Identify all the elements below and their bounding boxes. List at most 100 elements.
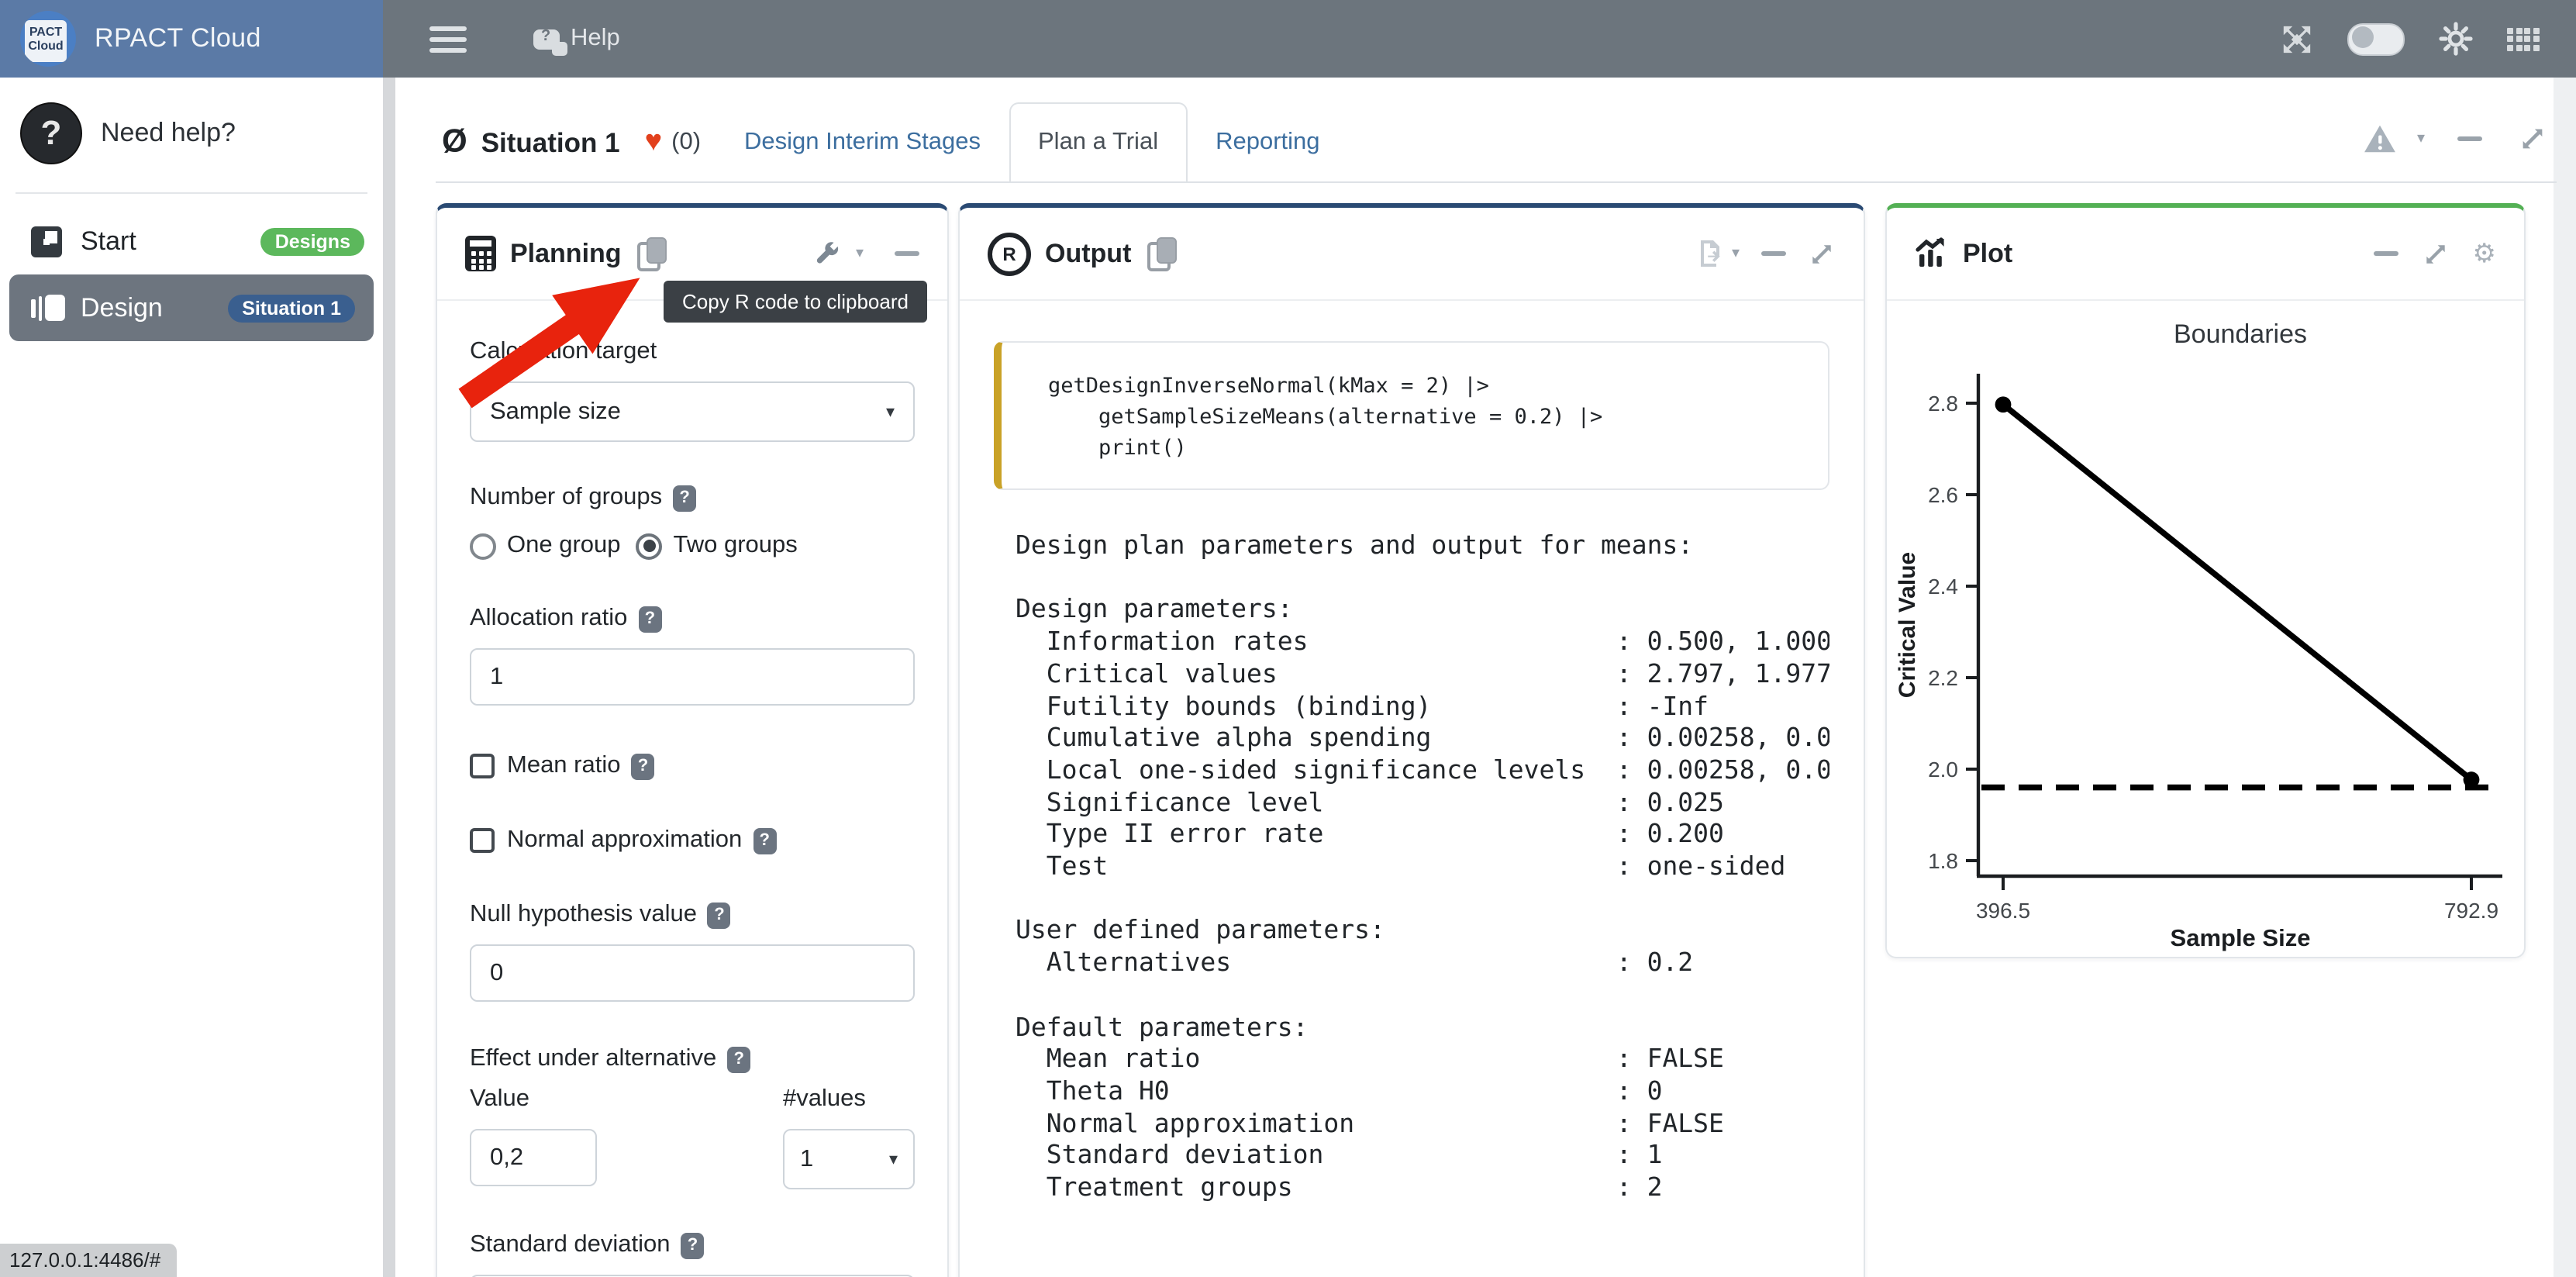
- groups-radio-group: One group Two groups: [470, 532, 915, 560]
- wrench-caret-icon[interactable]: ▾: [856, 246, 864, 261]
- question-circle-icon: ?: [20, 102, 82, 164]
- chevron-down-icon: ▾: [886, 402, 895, 422]
- null-hypothesis-input[interactable]: [470, 944, 915, 1002]
- heart-icon[interactable]: ♥: [645, 126, 663, 160]
- help-chat-icon: ?: [533, 29, 560, 49]
- svg-text:396.5: 396.5: [1976, 899, 2030, 923]
- sidebar-divider: [16, 192, 367, 194]
- chevron-down-icon: ▾: [889, 1149, 898, 1169]
- help-button[interactable]: ? Help: [533, 25, 620, 53]
- plot-header: Plot ⚙: [1887, 208, 2524, 301]
- svg-text:2.2: 2.2: [1928, 666, 1958, 690]
- radio-one-group[interactable]: [470, 533, 496, 559]
- situation-header: Ø Situation 1 ♥ (0): [442, 112, 701, 174]
- mean-ratio-checkbox[interactable]: [470, 754, 495, 778]
- normal-approximation-checkbox[interactable]: [470, 828, 495, 853]
- copy-output-icon[interactable]: [1147, 236, 1176, 271]
- r-code-block: getDesignInverseNormal(kMax = 2) |> getS…: [994, 341, 1829, 490]
- situation-title: Situation 1: [481, 126, 620, 159]
- output-collapse-icon[interactable]: [1761, 251, 1786, 256]
- wrench-icon[interactable]: [814, 240, 840, 267]
- plot-collapse-icon[interactable]: [2374, 251, 2398, 256]
- copy-tooltip: Copy R code to clipboard: [664, 281, 927, 323]
- start-icon: [31, 226, 62, 257]
- null-hypothesis-label: Null hypothesis value ?: [470, 901, 915, 929]
- logo-text: PACT: [29, 25, 62, 39]
- tab-design-interim-stages[interactable]: Design Interim Stages: [716, 102, 1009, 181]
- collapse-all-icon[interactable]: [2457, 136, 2482, 141]
- hamburger-menu-icon[interactable]: [429, 26, 467, 52]
- radio-two-groups[interactable]: [636, 533, 663, 559]
- help-badge-icon[interactable]: ?: [673, 485, 696, 511]
- sidebar-brand: PACT Cloud RPACT Cloud: [0, 0, 383, 78]
- svg-text:Sample Size: Sample Size: [2171, 924, 2311, 951]
- allocation-ratio-label: Allocation ratio ?: [470, 605, 915, 633]
- situation-badge: Situation 1: [228, 294, 355, 322]
- tab-plan-a-trial[interactable]: Plan a Trial: [1009, 102, 1188, 181]
- export-icon[interactable]: [1698, 239, 1724, 268]
- tab-bar: Design Interim Stages Plan a Trial Repor…: [716, 102, 1348, 181]
- plot-panel: Plot ⚙ Boundaries1.82.02.22.42.62.8396.5…: [1885, 203, 2526, 958]
- rpact-logo-icon: PACT Cloud: [20, 11, 76, 67]
- allocation-ratio-input[interactable]: [470, 648, 915, 706]
- normal-approximation-row: Normal approximation ?: [470, 827, 915, 854]
- output-expand-icon[interactable]: [1808, 240, 1836, 267]
- svg-text:2.4: 2.4: [1928, 575, 1958, 599]
- sidebar: PACT Cloud RPACT Cloud ? Need help? Star…: [0, 0, 383, 1277]
- empty-set-icon: Ø: [442, 124, 467, 161]
- boundaries-chart: Boundaries1.82.02.22.42.62.8396.5792.9Cr…: [1887, 301, 2524, 954]
- plot-settings-gears-icon[interactable]: ⚙: [2473, 240, 2497, 267]
- theme-toggle[interactable]: [2347, 22, 2405, 55]
- standard-deviation-label: Standard deviation ?: [470, 1231, 915, 1259]
- output-title: Output: [1045, 238, 1131, 269]
- mean-ratio-row: Mean ratio ?: [470, 752, 915, 780]
- nvalues-select[interactable]: 1 ▾: [783, 1129, 915, 1189]
- topbar: ? Help: [383, 0, 2576, 78]
- effect-value-input[interactable]: [470, 1129, 597, 1186]
- svg-text:792.9: 792.9: [2444, 899, 2498, 923]
- apps-grid-icon[interactable]: [2507, 27, 2539, 50]
- design-icon: [31, 295, 65, 321]
- help-badge-icon[interactable]: ?: [638, 606, 661, 632]
- help-badge-icon[interactable]: ?: [631, 753, 654, 779]
- nvalues-label: #values: [783, 1085, 915, 1113]
- calculator-icon: [465, 236, 496, 271]
- help-badge-icon[interactable]: ?: [727, 1046, 750, 1072]
- sun-icon[interactable]: [2439, 22, 2473, 56]
- copy-r-code-icon[interactable]: [637, 236, 667, 271]
- designs-badge: Designs: [261, 228, 364, 256]
- sidebar-item-design[interactable]: Design Situation 1: [9, 274, 374, 341]
- sidebar-item-start[interactable]: Start Designs: [0, 214, 383, 270]
- output-body: getDesignInverseNormal(kMax = 2) |> getS…: [960, 301, 1864, 1205]
- tab-reporting[interactable]: Reporting: [1188, 102, 1347, 181]
- svg-text:1.8: 1.8: [1928, 849, 1958, 873]
- export-caret-icon[interactable]: ▾: [1732, 246, 1740, 261]
- help-badge-icon[interactable]: ?: [681, 1232, 705, 1258]
- effect-under-alternative-label: Effect under alternative ?: [470, 1045, 915, 1073]
- help-badge-icon[interactable]: ?: [753, 827, 776, 854]
- svg-text:2.8: 2.8: [1928, 392, 1958, 416]
- svg-text:Critical Value: Critical Value: [1895, 552, 1920, 698]
- r-output-text: Design plan parameters and output for me…: [1016, 530, 1829, 1205]
- warning-icon[interactable]: [2363, 124, 2397, 154]
- chart-icon: [1915, 237, 1949, 270]
- sidebar-scrollbar[interactable]: [383, 78, 395, 1277]
- sidebar-item-need-help[interactable]: ? Need help?: [0, 96, 383, 171]
- planning-collapse-icon[interactable]: [895, 251, 919, 256]
- number-of-groups-label: Number of groups ?: [470, 484, 915, 512]
- main-scrollbar[interactable]: [2553, 78, 2576, 1277]
- expand-all-icon[interactable]: [2518, 124, 2547, 154]
- plot-title: Plot: [1963, 238, 2012, 269]
- fullscreen-icon[interactable]: [2281, 22, 2313, 55]
- plot-expand-icon[interactable]: [2422, 240, 2450, 267]
- value-label: Value: [470, 1085, 597, 1113]
- svg-text:2.6: 2.6: [1928, 483, 1958, 507]
- warning-caret-icon[interactable]: ▾: [2417, 131, 2425, 147]
- brand-title: RPACT Cloud: [95, 23, 261, 54]
- svg-text:Boundaries: Boundaries: [2174, 319, 2307, 349]
- status-url: 127.0.0.1:4486/#: [0, 1243, 176, 1277]
- planning-form: Calculation target Sample size ▾ Number …: [437, 301, 947, 1277]
- r-code: getDesignInverseNormal(kMax = 2) |> getS…: [1048, 371, 1812, 464]
- help-badge-icon[interactable]: ?: [708, 902, 731, 928]
- rpact-cloud-app: PACT Cloud RPACT Cloud ? Need help? Star…: [0, 0, 2576, 1277]
